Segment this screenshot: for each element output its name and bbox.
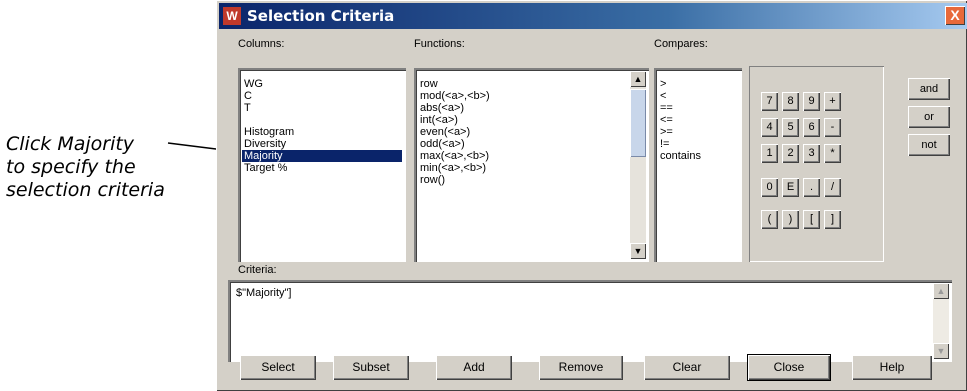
key-open-paren[interactable]: ( bbox=[761, 210, 778, 229]
compares-label: Compares: bbox=[654, 38, 708, 50]
and-button[interactable]: and bbox=[908, 78, 950, 100]
criteria-value: $"Majority"] bbox=[236, 287, 292, 299]
key-9[interactable]: 9 bbox=[803, 92, 820, 111]
scroll-up-icon[interactable]: ▲ bbox=[933, 283, 949, 299]
key-decimal[interactable]: . bbox=[803, 178, 820, 197]
compare-item[interactable]: <= bbox=[660, 114, 673, 126]
scroll-down-icon[interactable]: ▼ bbox=[933, 343, 949, 359]
callout-line-1: Click Majority bbox=[6, 133, 135, 155]
key-open-bracket[interactable]: [ bbox=[803, 210, 820, 229]
selection-criteria-dialog: W Selection Criteria X Columns: Function… bbox=[216, 0, 967, 391]
scroll-down-icon[interactable]: ▼ bbox=[630, 243, 646, 259]
key-multiply[interactable]: * bbox=[824, 144, 841, 163]
select-button[interactable]: Select bbox=[240, 355, 316, 380]
key-plus[interactable]: + bbox=[824, 92, 841, 111]
dialog-title: Selection Criteria bbox=[247, 7, 395, 25]
title-bar[interactable]: W Selection Criteria X bbox=[219, 3, 967, 29]
key-2[interactable]: 2 bbox=[782, 144, 799, 163]
key-1[interactable]: 1 bbox=[761, 144, 778, 163]
clear-button[interactable]: Clear bbox=[644, 355, 730, 380]
columns-item-c[interactable]: C bbox=[244, 90, 252, 102]
compares-list[interactable]: > < == <= >= != contains bbox=[654, 68, 742, 262]
key-close-bracket[interactable]: ] bbox=[824, 210, 841, 229]
key-divide[interactable]: / bbox=[824, 178, 841, 197]
columns-item-t[interactable]: T bbox=[244, 102, 251, 114]
key-3[interactable]: 3 bbox=[803, 144, 820, 163]
columns-item-histogram[interactable]: Histogram bbox=[244, 126, 294, 138]
callout-annotation: Click Majority to specify the selection … bbox=[6, 133, 216, 202]
key-close-paren[interactable]: ) bbox=[782, 210, 799, 229]
functions-label: Functions: bbox=[414, 38, 465, 50]
key-minus[interactable]: - bbox=[824, 118, 841, 137]
columns-item-diversity[interactable]: Diversity bbox=[244, 138, 286, 150]
function-item[interactable]: int(<a>) bbox=[420, 114, 458, 126]
close-button[interactable]: Close bbox=[748, 355, 830, 380]
scroll-thumb[interactable] bbox=[630, 89, 646, 157]
compare-item[interactable]: contains bbox=[660, 150, 701, 162]
compare-item[interactable]: > bbox=[660, 78, 666, 90]
key-8[interactable]: 8 bbox=[782, 92, 799, 111]
remove-button[interactable]: Remove bbox=[539, 355, 623, 380]
help-button[interactable]: Help bbox=[852, 355, 932, 380]
function-item[interactable]: mod(<a>,<b>) bbox=[420, 90, 490, 102]
not-button[interactable]: not bbox=[908, 134, 950, 156]
functions-list[interactable]: row mod(<a>,<b>) abs(<a>) int(<a>) even(… bbox=[414, 68, 649, 262]
criteria-label: Criteria: bbox=[238, 264, 277, 276]
key-exponent[interactable]: E bbox=[782, 178, 799, 197]
compare-item[interactable]: == bbox=[660, 102, 673, 114]
columns-item-target[interactable]: Target % bbox=[244, 162, 287, 174]
add-button[interactable]: Add bbox=[436, 355, 512, 380]
or-button[interactable]: or bbox=[908, 106, 950, 128]
compare-item[interactable]: >= bbox=[660, 126, 673, 138]
compare-item[interactable]: != bbox=[660, 138, 669, 150]
key-5[interactable]: 5 bbox=[782, 118, 799, 137]
compare-item[interactable]: < bbox=[660, 90, 666, 102]
callout-line-3: selection criteria bbox=[6, 179, 165, 201]
function-item[interactable]: abs(<a>) bbox=[420, 102, 464, 114]
function-item[interactable]: min(<a>,<b>) bbox=[420, 162, 486, 174]
functions-scrollbar[interactable]: ▲ ▼ bbox=[630, 71, 646, 259]
scroll-up-icon[interactable]: ▲ bbox=[630, 71, 646, 87]
function-item[interactable]: row() bbox=[420, 174, 445, 186]
columns-item-wg[interactable]: WG bbox=[244, 78, 263, 90]
close-window-button[interactable]: X bbox=[945, 6, 965, 25]
function-item[interactable]: odd(<a>) bbox=[420, 138, 465, 150]
function-item[interactable]: row bbox=[420, 78, 438, 90]
callout-line-2: to specify the bbox=[6, 156, 136, 178]
app-icon: W bbox=[223, 7, 241, 25]
key-0[interactable]: 0 bbox=[761, 178, 778, 197]
criteria-textarea[interactable]: $"Majority"] ▲ ▼ bbox=[228, 280, 952, 362]
subset-button[interactable]: Subset bbox=[333, 355, 409, 380]
function-item[interactable]: even(<a>) bbox=[420, 126, 470, 138]
function-item[interactable]: max(<a>,<b>) bbox=[420, 150, 489, 162]
key-4[interactable]: 4 bbox=[761, 118, 778, 137]
keypad: 7 8 9 + 4 5 6 - 1 2 3 * 0 E . / ( ) [ ] bbox=[749, 66, 884, 262]
key-6[interactable]: 6 bbox=[803, 118, 820, 137]
columns-label: Columns: bbox=[238, 38, 285, 50]
key-7[interactable]: 7 bbox=[761, 92, 778, 111]
columns-item-majority[interactable]: Majority bbox=[242, 150, 402, 162]
criteria-scrollbar[interactable]: ▲ ▼ bbox=[933, 283, 949, 359]
columns-list[interactable]: WG C T Histogram Diversity Majority Targ… bbox=[238, 68, 406, 262]
